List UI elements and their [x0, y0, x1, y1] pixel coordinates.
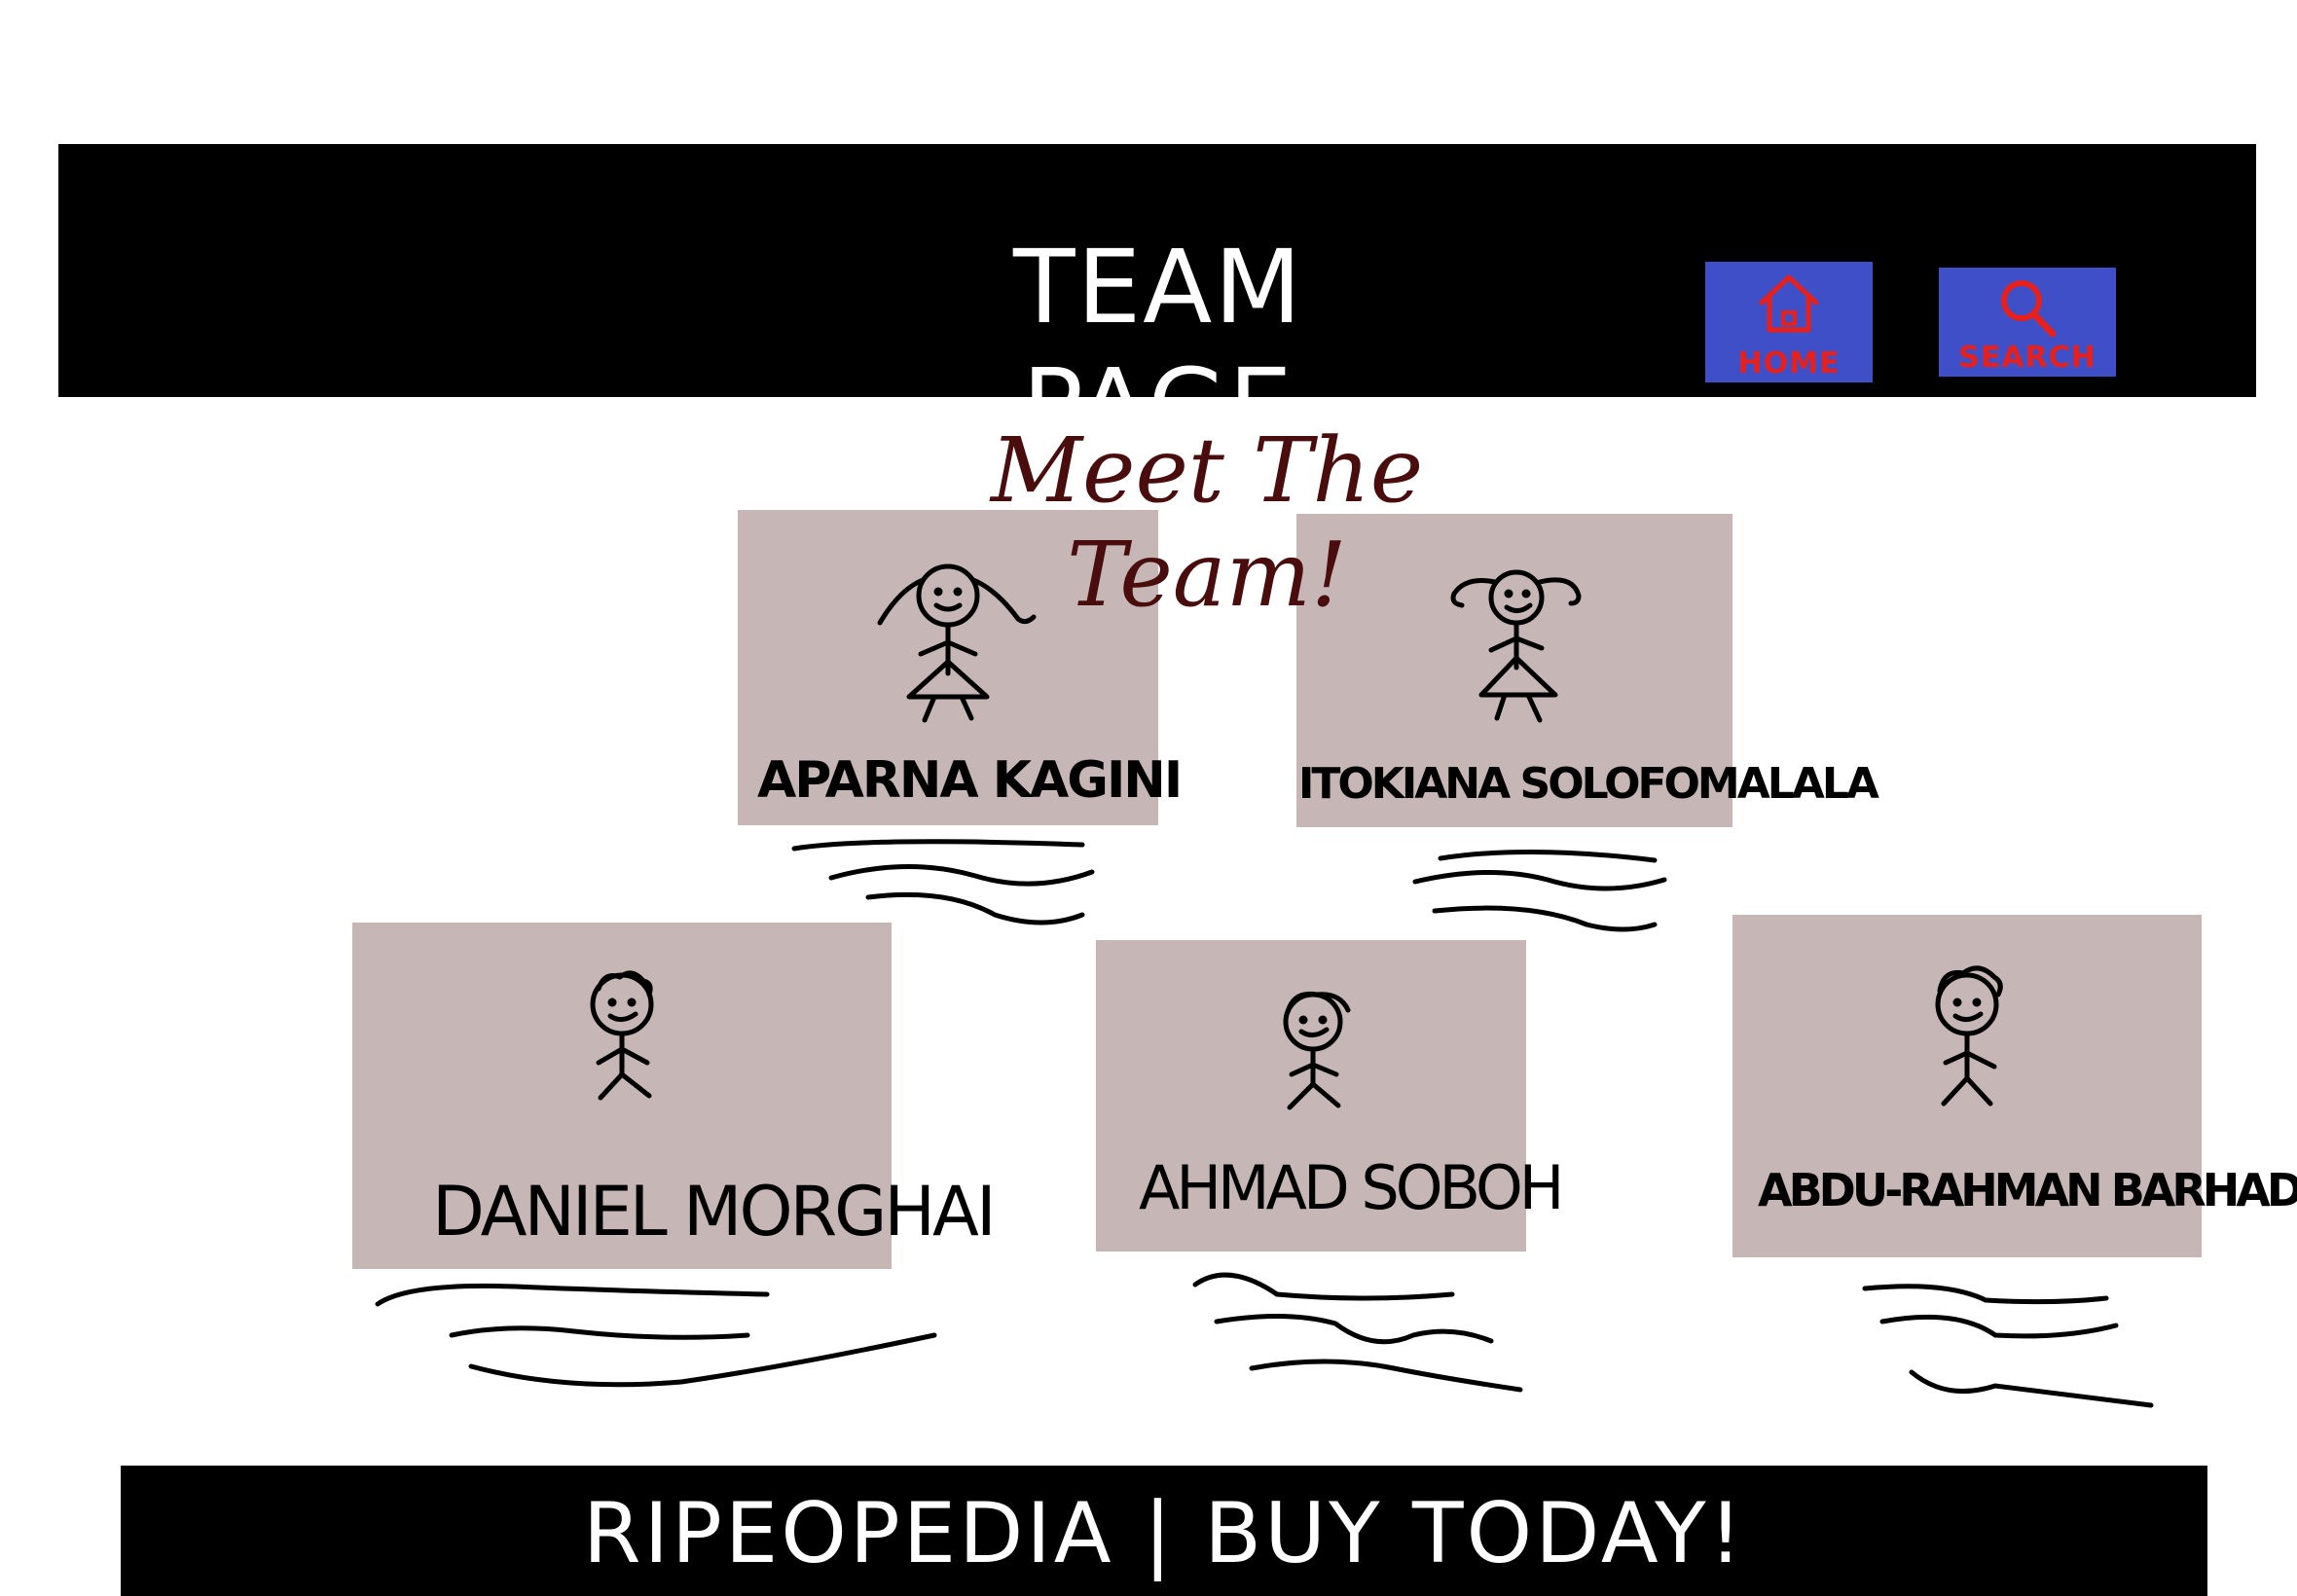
stick-figure-boy-icon [1935, 965, 2003, 1106]
team-member-name: DANIEL MORGHAI [432, 1172, 997, 1251]
header-bar: TEAM PAGE HOME SEARCH [58, 144, 2256, 465]
team-card-daniel[interactable]: DANIEL MORGHAI [352, 923, 997, 1269]
bio-scribble [1412, 849, 1667, 932]
team-member-name: ABDU-RAHMAN BARHAD [1758, 1164, 2297, 1216]
bio-scribble [1192, 1272, 1523, 1393]
team-member-name: ITOKIANA SOLOFOMALALA [1298, 759, 1879, 809]
home-button[interactable]: HOME [1705, 262, 1873, 382]
meet-the-team-heading: Meet The Team! [990, 418, 1424, 627]
team-card-ahmad[interactable]: AHMAD SOBOH [1096, 940, 1564, 1251]
search-button-label: SEARCH [1958, 341, 2096, 375]
team-page: TEAM PAGE HOME SEARCH Meet The Team! APA… [0, 0, 2297, 1596]
team-member-name: APARNA KAGINI [757, 751, 1183, 810]
team-member-name: AHMAD SOBOH [1139, 1152, 1564, 1223]
stick-figure-boy-icon [1283, 991, 1351, 1110]
stick-figure-boy-icon [590, 970, 654, 1101]
home-icon [1759, 274, 1819, 333]
footer-bar: RIPEOPEDIA | BUY TODAY! [121, 1466, 2207, 1596]
search-icon [2001, 280, 2057, 338]
bio-scribble [1862, 1284, 2154, 1408]
bio-scribble [375, 1283, 937, 1388]
home-button-label: HOME [1737, 346, 1841, 381]
team-card-abdu-rahman[interactable]: ABDU-RAHMAN BARHAD [1732, 915, 2297, 1257]
search-button[interactable]: SEARCH [1939, 268, 2116, 377]
bio-scribble [791, 839, 1095, 925]
footer-text: RIPEOPEDIA | BUY TODAY! [582, 1485, 1746, 1582]
